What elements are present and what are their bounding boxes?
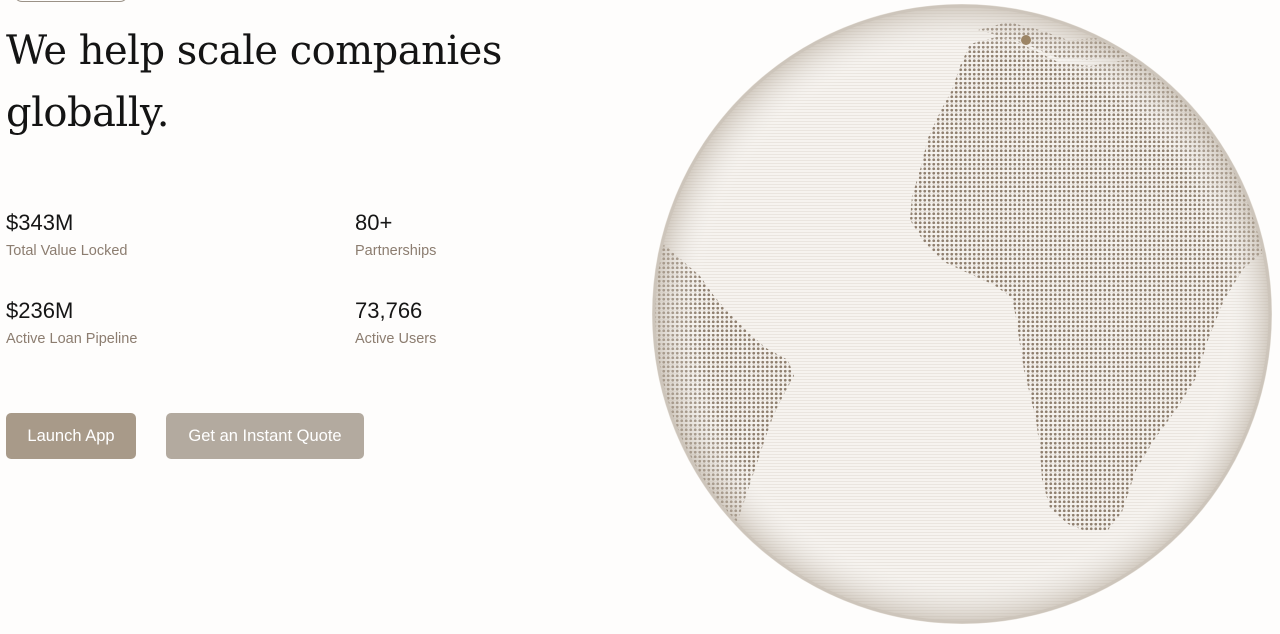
- stat-label: Active Loan Pipeline: [6, 331, 138, 347]
- globe-graphic: [648, 0, 1280, 634]
- globe-marker: [1021, 35, 1031, 45]
- stat-value: $343M: [6, 210, 74, 235]
- stat-value: $236M: [6, 298, 74, 323]
- launch-app-button[interactable]: Launch App: [6, 413, 136, 459]
- stat-active-loan-pipeline: $236M Active Loan Pipeline: [6, 298, 246, 348]
- top-nav-pill[interactable]: [14, 0, 128, 2]
- stat-label: Total Value Locked: [6, 243, 128, 259]
- globe-svg: [652, 4, 1272, 624]
- stat-total-value-locked: $343M Total Value Locked: [6, 210, 246, 260]
- stat-active-users: 73,766 Active Users: [355, 298, 595, 348]
- stat-value: 73,766: [355, 298, 423, 323]
- globe-shading: [655, 7, 1269, 621]
- stat-value: 80+: [355, 210, 393, 235]
- stat-label: Partnerships: [355, 243, 437, 259]
- stat-label: Active Users: [355, 331, 437, 347]
- get-instant-quote-button[interactable]: Get an Instant Quote: [166, 413, 364, 459]
- stat-partnerships: 80+ Partnerships: [355, 210, 595, 260]
- hero-headline: We help scale companies globally.: [6, 28, 502, 136]
